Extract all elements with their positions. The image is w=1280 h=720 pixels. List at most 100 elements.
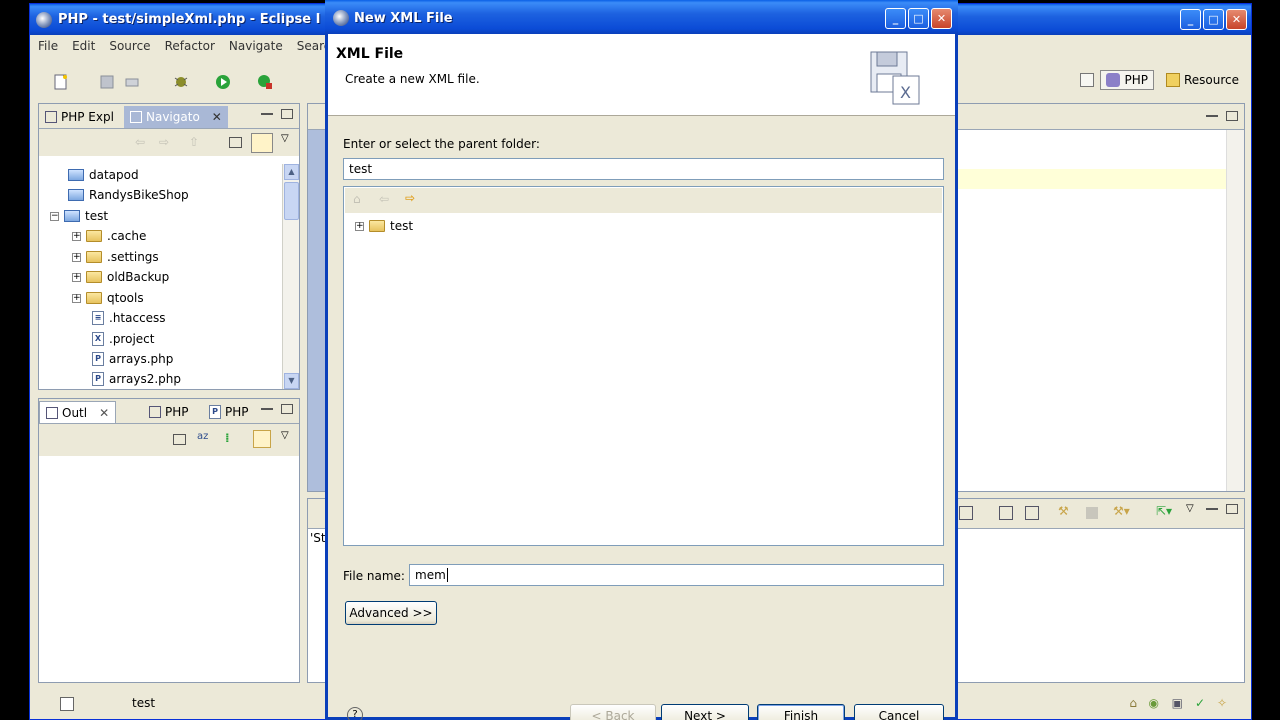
expand-toggle-icon[interactable]: + bbox=[72, 293, 81, 303]
expand-icon[interactable] bbox=[999, 506, 1013, 520]
minimize-button[interactable]: _ bbox=[1180, 9, 1201, 30]
file-name-input[interactable]: mem bbox=[409, 564, 944, 586]
dialog-title-bar[interactable]: New XML File _ □ ✕ bbox=[325, 0, 958, 34]
tree-item-oldbackup[interactable]: + oldBackup bbox=[72, 267, 169, 287]
dialog-minimize-button[interactable]: _ bbox=[885, 8, 906, 29]
navigator-view: PHP Expl Navigato ✕ ⇦ ⇨ ⇧ ▽ datapod Rand… bbox=[38, 103, 300, 390]
tab-php-explorer[interactable]: PHP Expl bbox=[39, 106, 120, 128]
maximize-view-icon[interactable] bbox=[281, 109, 293, 119]
parent-folder-input[interactable]: test bbox=[343, 158, 944, 180]
status-tool-icon[interactable]: ⌂ bbox=[1129, 696, 1137, 710]
tree-item-qtools[interactable]: + qtools bbox=[72, 288, 144, 308]
text-cursor bbox=[446, 568, 448, 582]
scroll-thumb[interactable] bbox=[284, 182, 299, 220]
tree-item-project[interactable]: X .project bbox=[92, 329, 154, 349]
home-icon[interactable]: ⌂ bbox=[353, 192, 361, 206]
status-search-icon[interactable]: ◉ bbox=[1149, 696, 1159, 710]
expand-toggle-icon[interactable]: + bbox=[72, 272, 81, 282]
help-icon[interactable]: ? bbox=[347, 707, 363, 720]
debug-icon[interactable] bbox=[172, 73, 190, 91]
tree-item-settings[interactable]: + .settings bbox=[72, 247, 159, 267]
tree-item-arrays2[interactable]: P arrays2.php bbox=[92, 369, 181, 389]
tools-icon[interactable]: ⚒ bbox=[1058, 504, 1069, 518]
view-menu-icon[interactable]: ▽ bbox=[281, 430, 289, 441]
minimize-view-icon[interactable] bbox=[1206, 504, 1218, 510]
tab-php-project-outline[interactable]: P PHP bbox=[203, 401, 255, 423]
folder-icon bbox=[86, 292, 102, 304]
up-icon[interactable]: ⇧ bbox=[189, 135, 199, 149]
tab-outline[interactable]: Outl ✕ bbox=[39, 401, 117, 423]
link-with-editor-icon[interactable] bbox=[251, 133, 273, 153]
remove-launch-icon[interactable] bbox=[959, 506, 973, 520]
menu-edit[interactable]: Edit bbox=[72, 39, 95, 53]
menu-file[interactable]: File bbox=[38, 39, 58, 53]
tree-item-cache[interactable]: + .cache bbox=[72, 226, 146, 246]
external-tools-icon[interactable] bbox=[256, 73, 274, 91]
run-tools-icon[interactable]: ⚒▾ bbox=[1113, 504, 1130, 518]
minimize-editor-icon[interactable] bbox=[1206, 111, 1218, 117]
tree-item-arrays[interactable]: P arrays.php bbox=[92, 349, 173, 369]
view-menu-icon[interactable]: ▽ bbox=[1186, 503, 1194, 514]
back-button[interactable]: < Back bbox=[570, 704, 656, 720]
save-icon[interactable] bbox=[98, 73, 116, 91]
cancel-button[interactable]: Cancel bbox=[854, 704, 944, 720]
tab-navigator[interactable]: Navigato ✕ bbox=[124, 106, 228, 128]
pin-icon[interactable]: ⇱▾ bbox=[1156, 504, 1172, 518]
expand-toggle-icon[interactable]: + bbox=[72, 231, 81, 241]
maximize-view-icon[interactable] bbox=[1226, 504, 1238, 514]
scroll-up-icon[interactable]: ▲ bbox=[284, 164, 299, 180]
collapse-all-icon[interactable] bbox=[229, 137, 242, 148]
maximize-button[interactable]: □ bbox=[1203, 9, 1224, 30]
perspective-resource[interactable]: Resource bbox=[1160, 70, 1245, 90]
expand-toggle-icon[interactable]: + bbox=[72, 252, 81, 262]
close-tab-icon[interactable]: ✕ bbox=[99, 406, 109, 420]
expand-toggle-icon[interactable]: + bbox=[355, 221, 364, 231]
tree-item-htaccess[interactable]: ≡ .htaccess bbox=[92, 308, 166, 328]
minimize-view-icon[interactable] bbox=[261, 109, 273, 115]
minimize-view-icon[interactable] bbox=[261, 404, 273, 410]
back-arrow-icon[interactable]: ⇦ bbox=[379, 192, 389, 206]
close-button[interactable]: ✕ bbox=[1226, 9, 1247, 30]
tree-item-test[interactable]: − test bbox=[50, 206, 108, 226]
perspective-php[interactable]: PHP bbox=[1100, 70, 1154, 90]
finish-button[interactable]: Finish bbox=[757, 704, 845, 720]
new-file-icon[interactable] bbox=[52, 73, 70, 91]
status-check-icon[interactable]: ✓ bbox=[1195, 696, 1205, 710]
status-star-icon[interactable]: ✧ bbox=[1217, 696, 1227, 710]
collapse-all-icon[interactable] bbox=[173, 434, 186, 445]
forward-arrow-icon[interactable]: ⇨ bbox=[159, 135, 169, 149]
fast-view-icon[interactable] bbox=[60, 697, 74, 711]
menu-navigate[interactable]: Navigate bbox=[229, 39, 283, 53]
forward-arrow-icon[interactable]: ⇨ bbox=[405, 191, 415, 205]
view-menu-icon[interactable]: ▽ bbox=[281, 133, 289, 144]
tree-item-randysbikeshop[interactable]: RandysBikeShop bbox=[68, 185, 189, 205]
dialog-maximize-button[interactable]: □ bbox=[908, 8, 929, 29]
folder-tree-item-test[interactable]: + test bbox=[355, 216, 413, 236]
status-image-icon[interactable]: ▣ bbox=[1172, 696, 1183, 710]
navigator-tab-bar: PHP Expl Navigato ✕ bbox=[39, 104, 299, 129]
menu-refactor[interactable]: Refactor bbox=[165, 39, 215, 53]
link-icon[interactable] bbox=[253, 430, 271, 448]
run-icon[interactable] bbox=[214, 73, 232, 91]
maximize-view-icon[interactable] bbox=[281, 404, 293, 414]
scroll-down-icon[interactable]: ▼ bbox=[284, 373, 299, 389]
terminate-icon[interactable] bbox=[1086, 507, 1098, 519]
filter-icon[interactable]: ⁞ bbox=[225, 431, 230, 445]
sort-icon[interactable]: az bbox=[197, 431, 208, 442]
tab-php-functions[interactable]: PHP bbox=[143, 401, 195, 423]
open-perspective-icon[interactable] bbox=[1080, 73, 1095, 87]
dialog-close-button[interactable]: ✕ bbox=[931, 8, 952, 29]
menu-source[interactable]: Source bbox=[109, 39, 150, 53]
tab-navigator-label: Navigato bbox=[146, 110, 200, 124]
close-tab-icon[interactable]: ✕ bbox=[212, 110, 222, 124]
maximize-editor-icon[interactable] bbox=[1226, 111, 1238, 121]
advanced-button[interactable]: Advanced >> bbox=[345, 601, 437, 625]
editor-scrollbar[interactable] bbox=[1226, 130, 1244, 491]
tree-item-datapod[interactable]: datapod bbox=[68, 165, 139, 185]
navigator-scrollbar[interactable]: ▲ ▼ bbox=[282, 164, 299, 389]
collapse-icon[interactable] bbox=[1025, 506, 1039, 520]
back-arrow-icon[interactable]: ⇦ bbox=[135, 135, 145, 149]
next-button[interactable]: Next > bbox=[661, 704, 749, 720]
collapse-toggle-icon[interactable]: − bbox=[50, 211, 59, 221]
print-icon[interactable] bbox=[123, 73, 141, 91]
